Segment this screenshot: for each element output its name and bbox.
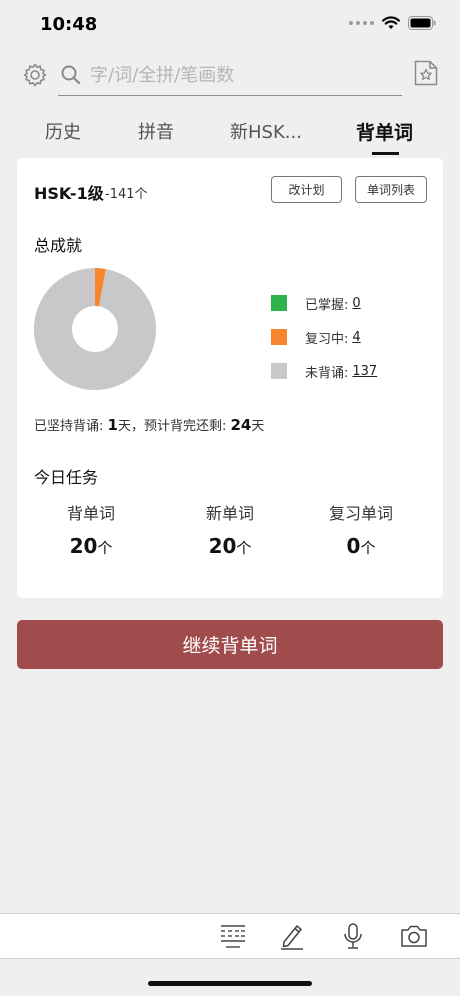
home-indicator — [148, 981, 312, 986]
streak-remaining: 24 — [230, 416, 252, 434]
streak-suffix: 天 — [251, 419, 265, 434]
task-number: 0 — [346, 534, 361, 558]
progress-pie-chart — [34, 268, 156, 390]
battery-icon — [408, 16, 436, 30]
bottom-toolbar — [0, 913, 460, 959]
legend-value-unlearned[interactable]: 137 — [352, 364, 377, 379]
task-value: 20个 — [160, 534, 300, 558]
task-unit: 个 — [97, 539, 113, 557]
signal-icon — [349, 21, 374, 25]
active-tab-indicator — [372, 152, 399, 155]
legend-item-unlearned: 未背诵: 137 — [271, 354, 377, 388]
status-icons — [349, 16, 436, 30]
achievement-title: 总成就 — [34, 236, 83, 255]
task-unit: 个 — [360, 539, 376, 557]
change-plan-button[interactable]: 改计划 — [271, 176, 342, 203]
legend-label: 未背诵: — [305, 365, 349, 381]
tab-history[interactable]: 历史 — [45, 118, 81, 144]
tab-memorize-words[interactable]: 背单词 — [356, 118, 413, 145]
legend-item-reviewing: 复习中: 4 — [271, 320, 377, 354]
task-number: 20 — [208, 534, 237, 558]
legend-swatch-mastered — [271, 295, 287, 311]
streak-middle: 天，预计背完还剩: — [117, 419, 231, 434]
legend-label: 已掌握: — [305, 297, 349, 313]
search-row — [0, 56, 460, 98]
pie-hole — [72, 306, 118, 352]
task-unit: 个 — [236, 539, 252, 557]
pen-icon[interactable] — [280, 922, 304, 954]
task-label: 背单词 — [66, 504, 115, 523]
search-icon — [60, 64, 82, 90]
streak-text: 已坚持背诵: 1天，预计背完还剩: 24天 — [34, 415, 264, 434]
task-number: 20 — [69, 534, 98, 558]
legend-swatch-unlearned — [271, 363, 287, 379]
wifi-icon — [382, 16, 400, 30]
microphone-icon[interactable] — [342, 922, 364, 954]
keyboard-icon[interactable] — [220, 922, 246, 954]
task-label: 复习单词 — [328, 504, 393, 523]
pie-legend: 已掌握: 0 复习中: 4 未背诵: 137 — [271, 286, 377, 388]
status-time: 10:48 — [40, 14, 98, 35]
level-title: HSK-1级 — [34, 184, 104, 203]
streak-days: 1 — [107, 416, 118, 434]
task-label: 新单词 — [205, 504, 254, 523]
study-card: HSK-1级 -141个 改计划 单词列表 总成就 已掌握: 0 复习中: 4 … — [17, 158, 443, 598]
task-new-words: 新单词 20个 — [160, 500, 300, 558]
tab-pinyin[interactable]: 拼音 — [138, 118, 174, 144]
continue-memorize-button[interactable]: 继续背单词 — [17, 620, 443, 669]
search-input[interactable] — [90, 60, 390, 90]
tab-bar: 历史 拼音 新HSK... 背单词 — [0, 112, 460, 156]
legend-swatch-reviewing — [271, 329, 287, 345]
search-box — [58, 56, 402, 96]
task-review-words: 复习单词 0个 — [291, 500, 431, 558]
legend-item-mastered: 已掌握: 0 — [271, 286, 377, 320]
level-word-count: -141个 — [105, 187, 148, 202]
task-value: 20个 — [21, 534, 161, 558]
favorites-icon[interactable] — [414, 60, 438, 90]
legend-value-reviewing[interactable]: 4 — [352, 330, 360, 345]
legend-value-mastered[interactable]: 0 — [352, 296, 360, 311]
word-list-button[interactable]: 单词列表 — [355, 176, 427, 203]
today-task-title: 今日任务 — [34, 468, 99, 487]
task-memorize: 背单词 20个 — [21, 500, 161, 558]
task-value: 0个 — [291, 534, 431, 558]
streak-prefix: 已坚持背诵: — [34, 419, 108, 434]
gear-icon[interactable] — [22, 62, 48, 92]
legend-label: 复习中: — [305, 331, 349, 347]
status-bar: 10:48 — [0, 0, 460, 50]
camera-icon[interactable] — [400, 922, 428, 954]
tab-new-hsk[interactable]: 新HSK... — [230, 118, 302, 144]
